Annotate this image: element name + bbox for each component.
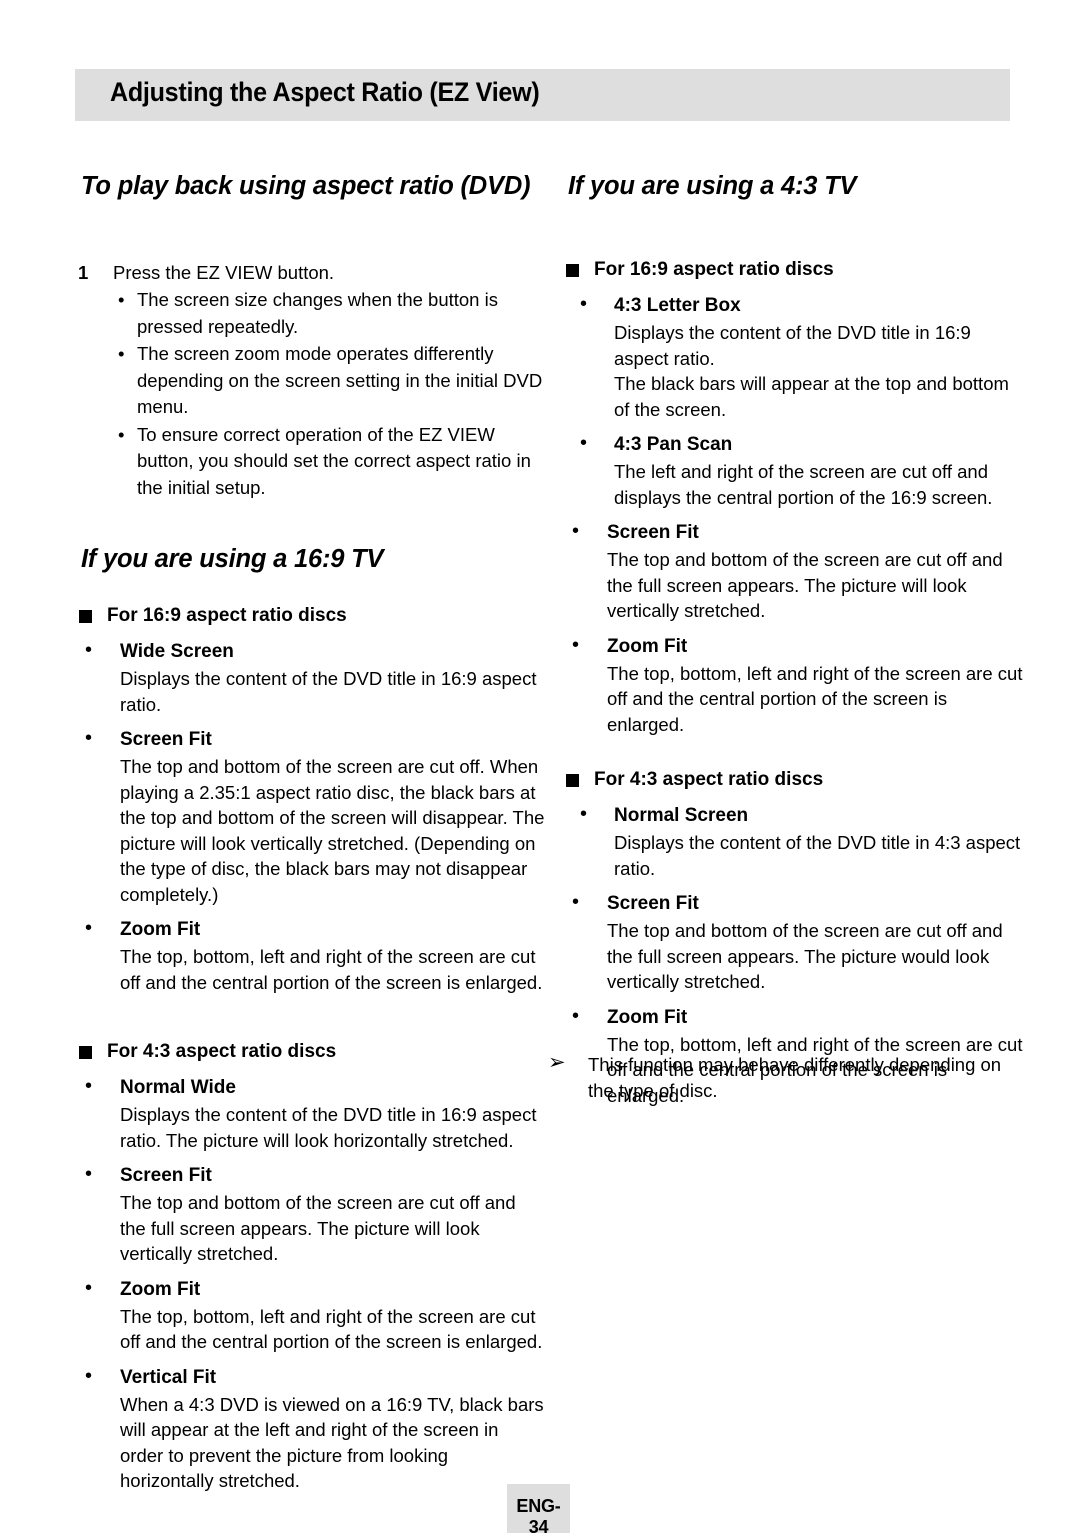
option-zoom-fit: • Zoom Fit The top, bottom, left and rig… xyxy=(562,634,1027,738)
page-title: Adjusting the Aspect Ratio (EZ View) xyxy=(110,77,540,107)
list-item: • The screen zoom mode operates differen… xyxy=(75,341,545,421)
option-body: Displays the content of the DVD title in… xyxy=(614,322,971,369)
option-normal-screen: • Normal Screen Displays the content of … xyxy=(562,803,1027,881)
option-screen-fit: • Screen Fit The top and bottom of the s… xyxy=(75,727,545,907)
page-number-label: ENG-34 xyxy=(516,1496,561,1537)
option-body: Displays the content of the DVD title in… xyxy=(614,832,1021,879)
group-heading-label: For 4:3 aspect ratio discs xyxy=(594,769,824,791)
bullet-dot-icon: • xyxy=(118,289,125,311)
bullet-dot-icon: • xyxy=(580,432,588,455)
bullet-dot-icon: • xyxy=(118,343,125,365)
option-body: The top, bottom, left and right of the s… xyxy=(120,1305,543,1353)
option-4-3-letter-box: • 4:3 Letter Box Displays the content of… xyxy=(562,293,1027,422)
list-item-text: The screen size changes when the button … xyxy=(137,289,498,337)
bullet-dot-icon: • xyxy=(118,423,125,445)
option-title: Normal Screen xyxy=(614,805,749,827)
square-bullet-icon xyxy=(566,774,579,788)
option-body: The top and bottom of the screen are cut… xyxy=(607,549,1003,622)
group-heading-label: For 16:9 aspect ratio discs xyxy=(107,605,347,627)
group-heading-4-3-discs: For 4:3 aspect ratio discs xyxy=(562,767,1027,793)
group-heading-4-3-discs: For 4:3 aspect ratio discs xyxy=(75,1039,545,1065)
list-item-text: The screen zoom mode operates differentl… xyxy=(137,343,543,418)
note-text-row: ➢ This function may behave differently d… xyxy=(548,1050,1018,1104)
option-zoom-fit: • Zoom Fit The top, bottom, left and rig… xyxy=(75,917,545,995)
list-item-text: To ensure correct operation of the EZ VI… xyxy=(137,423,531,498)
bullet-dot-icon: • xyxy=(85,1276,93,1299)
option-body: The top and bottom of the screen are cut… xyxy=(607,920,1003,993)
group-heading-16-9-discs: For 16:9 aspect ratio discs xyxy=(75,603,545,629)
option-title: Screen Fit xyxy=(120,1165,212,1187)
option-title: Screen Fit xyxy=(120,729,212,751)
option-title: Zoom Fit xyxy=(120,919,201,941)
section-heading-play-back: To play back using aspect ratio (DVD) xyxy=(81,172,531,200)
bullet-dot-icon: • xyxy=(572,633,580,656)
square-bullet-icon xyxy=(566,264,579,278)
group-heading-label: For 16:9 aspect ratio discs xyxy=(594,259,834,281)
option-screen-fit: • Screen Fit The top and bottom of the s… xyxy=(562,520,1027,624)
section-heading-16-9-tv: If you are using a 16:9 TV xyxy=(81,545,384,574)
option-body: Displays the content of the DVD title in… xyxy=(120,668,537,715)
group-heading-label: For 4:3 aspect ratio discs xyxy=(107,1041,337,1063)
option-body: The top and bottom of the screen are cut… xyxy=(120,1192,516,1265)
option-title: 4:3 Letter Box xyxy=(614,295,741,317)
option-body-secondary: The black bars will appear at the top an… xyxy=(614,373,1009,420)
section-heading-4-3-tv: If you are using a 4:3 TV xyxy=(568,172,857,200)
option-title: Wide Screen xyxy=(120,641,234,663)
option-title: Zoom Fit xyxy=(607,635,688,657)
manual-page: Adjusting the Aspect Ratio (EZ View) To … xyxy=(0,0,1080,1537)
option-body: Displays the content of the DVD title in… xyxy=(120,1104,537,1151)
option-title: Screen Fit xyxy=(607,522,699,544)
option-screen-fit: • Screen Fit The top and bottom of the s… xyxy=(75,1163,545,1267)
group-heading-16-9-discs: For 16:9 aspect ratio discs xyxy=(562,257,1027,283)
bullet-dot-icon: • xyxy=(580,293,588,316)
option-body: The top and bottom of the screen are cut… xyxy=(120,756,545,905)
bullet-dot-icon: • xyxy=(580,803,588,826)
option-body: The left and right of the screen are cut… xyxy=(614,461,993,508)
bullet-dot-icon: • xyxy=(572,891,580,914)
option-normal-wide: • Normal Wide Displays the content of th… xyxy=(75,1075,545,1153)
option-title: Zoom Fit xyxy=(607,1006,688,1028)
option-title: Vertical Fit xyxy=(120,1366,217,1388)
option-wide-screen: • Wide Screen Displays the content of th… xyxy=(75,639,545,717)
option-title: Screen Fit xyxy=(607,893,699,915)
bullet-dot-icon: • xyxy=(85,1364,93,1387)
option-4-3-pan-scan: • 4:3 Pan Scan The left and right of the… xyxy=(562,432,1027,510)
arrow-bullet-icon: ➢ xyxy=(548,1050,566,1074)
option-title: Zoom Fit xyxy=(120,1278,201,1300)
note-block: ➢ This function may behave differently d… xyxy=(548,1050,1018,1104)
option-vertical-fit: • Vertical Fit When a 4:3 DVD is viewed … xyxy=(75,1365,545,1494)
bullet-dot-icon: • xyxy=(85,1163,93,1186)
bullet-dot-icon: • xyxy=(572,1004,580,1027)
list-item: • The screen size changes when the butto… xyxy=(75,287,545,340)
list-item: • To ensure correct operation of the EZ … xyxy=(75,422,545,502)
option-title: 4:3 Pan Scan xyxy=(614,434,733,456)
option-screen-fit: • Screen Fit The top and bottom of the s… xyxy=(562,891,1027,995)
option-title: Normal Wide xyxy=(120,1077,236,1099)
step-text: Press the EZ VIEW button. xyxy=(113,262,335,284)
step-number: 1 xyxy=(78,262,89,284)
option-zoom-fit: • Zoom Fit The top, bottom, left and rig… xyxy=(75,1277,545,1355)
note-text: This function may behave differently dep… xyxy=(588,1054,1002,1101)
bullet-dot-icon: • xyxy=(85,917,93,940)
option-body: When a 4:3 DVD is viewed on a 16:9 TV, b… xyxy=(120,1393,544,1492)
bullet-dot-icon: • xyxy=(85,639,93,662)
bullet-dot-icon: • xyxy=(85,1075,93,1098)
bullet-dot-icon: • xyxy=(85,727,93,750)
step-1: 1 Press the EZ VIEW button. xyxy=(75,260,545,286)
step-1-bullet-list: • The screen size changes when the butto… xyxy=(75,287,545,501)
square-bullet-icon xyxy=(79,1046,92,1060)
option-body: The top, bottom, left and right of the s… xyxy=(607,662,1023,735)
option-body: The top, bottom, left and right of the s… xyxy=(120,946,543,993)
square-bullet-icon xyxy=(79,610,92,624)
bullet-dot-icon: • xyxy=(572,520,580,543)
